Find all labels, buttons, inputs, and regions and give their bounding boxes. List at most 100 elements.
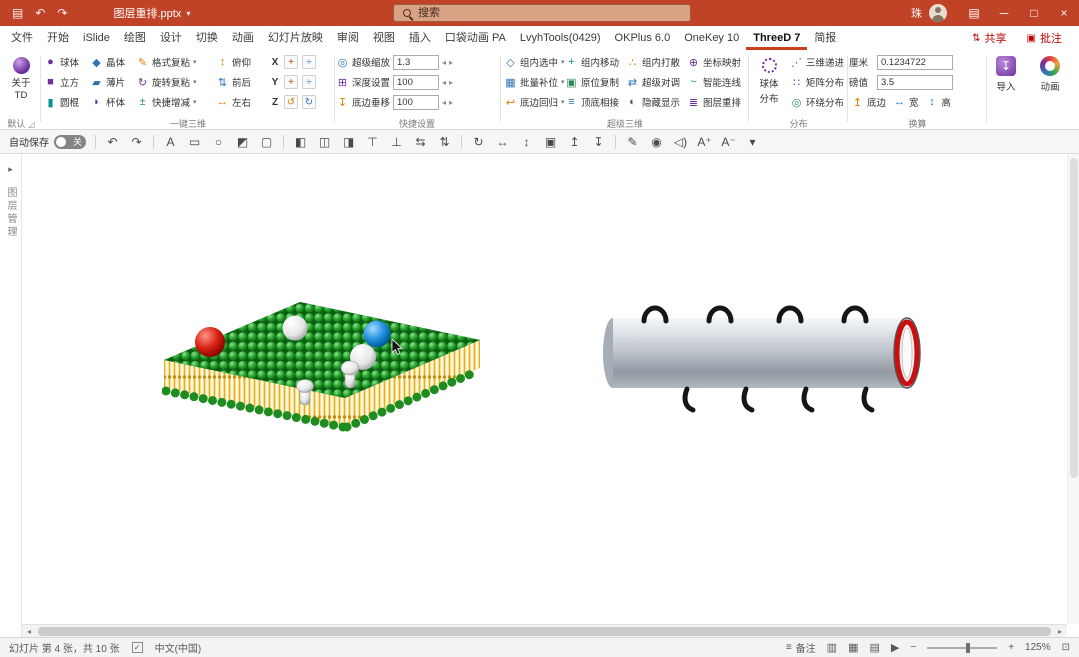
bring-forward-icon[interactable]: ↥ — [567, 135, 582, 149]
pitch-button[interactable]: ↕ 俯仰 — [214, 52, 270, 72]
axis-z-rotate-right-button[interactable]: ↻ — [302, 95, 316, 109]
eyedropper-icon[interactable]: ✎ — [625, 135, 640, 149]
super-zoom-spinner[interactable]: ◂ ▸ — [442, 58, 453, 67]
group-move-button[interactable]: + 组内移动 — [563, 52, 624, 72]
tab-animations[interactable]: 动画 — [225, 26, 261, 50]
notes-button[interactable]: ≡ 备注 — [786, 640, 816, 655]
user-avatar[interactable] — [929, 4, 947, 22]
fill-color-icon[interactable]: ◩ — [235, 135, 250, 149]
document-title[interactable]: 图层重排.pptx ▾ — [113, 5, 190, 21]
send-backward-icon[interactable]: ↧ — [591, 135, 606, 149]
minimize-button[interactable]: ─ — [989, 0, 1019, 26]
matrix-distribute-button[interactable]: ∷ 矩阵分布 — [788, 72, 846, 92]
top-bottom-join-button[interactable]: ≡ 顶底相接 — [563, 92, 624, 112]
align-right-icon[interactable]: ◨ — [341, 135, 356, 149]
depth-setting-spinner[interactable]: ◂ ▸ — [442, 78, 453, 87]
smart-connect-button[interactable]: ~ 智能连线 — [685, 72, 746, 92]
batch-fill-button[interactable]: ▦ 批量补位 ▾ — [502, 72, 564, 92]
front-back-button[interactable]: ⇅ 前后 — [214, 72, 270, 92]
sphere-shape-button[interactable]: ● 球体 — [42, 52, 88, 72]
axis-x-plus-button[interactable]: + — [284, 55, 298, 69]
text-box-icon[interactable]: A — [163, 135, 178, 149]
shape-oval-icon[interactable]: ○ — [211, 135, 226, 149]
ring-distribute-button[interactable]: ◎ 环绕分布 — [788, 92, 846, 112]
zoom-out-button[interactable]: − — [910, 642, 916, 653]
panel-expand-arrow-icon[interactable]: ▸ — [8, 164, 13, 175]
cup-shape-button[interactable]: ◗ 杯体 — [88, 92, 134, 112]
copy-in-place-button[interactable]: ▣ 原位复制 — [563, 72, 624, 92]
group-scatter-button[interactable]: ∴ 组内打散 — [624, 52, 685, 72]
save-icon[interactable]: ▤ — [12, 6, 23, 20]
axis-y-divide-button[interactable]: ÷ — [302, 75, 316, 89]
fit-to-window-icon[interactable]: ⊡ — [1062, 642, 1070, 653]
axis-x-divide-button[interactable]: ÷ — [302, 55, 316, 69]
zoom-slider[interactable] — [927, 642, 998, 653]
tab-draw[interactable]: 绘图 — [117, 26, 153, 50]
autosave-toggle[interactable]: 关 — [54, 134, 86, 149]
side-panel-label[interactable]: 图层管理 — [3, 187, 18, 239]
horizontal-scrollbar-thumb[interactable] — [38, 626, 1051, 636]
tab-view[interactable]: 视图 — [366, 26, 402, 50]
comments-button[interactable]: ▣ 批注 — [1018, 30, 1071, 46]
height-button[interactable]: ↕ 高 — [924, 92, 954, 112]
redo-icon[interactable]: ↷ — [129, 135, 144, 149]
undo-icon[interactable]: ↶ — [105, 135, 120, 149]
group-icon[interactable]: ▣ — [543, 135, 558, 149]
slide-sorter-icon[interactable]: ▦ — [848, 641, 858, 654]
dropdown-caret-icon[interactable]: ▾ — [193, 58, 197, 66]
tab-okplus[interactable]: OKPlus 6.0 — [608, 26, 678, 50]
slide-canvas[interactable]: ◂ ▸ — [22, 154, 1079, 637]
tab-transitions[interactable]: 切换 — [189, 26, 225, 50]
tab-file[interactable]: 文件 — [4, 26, 40, 50]
axis-y-plus-button[interactable]: + — [284, 75, 298, 89]
search-box[interactable] — [393, 4, 691, 22]
tab-slideshow[interactable]: 幻灯片放映 — [261, 26, 330, 50]
tab-jianbao[interactable]: 简报 — [807, 26, 843, 50]
width-button[interactable]: ↔ 宽 — [891, 92, 921, 112]
undo-icon[interactable]: ↶ — [35, 6, 45, 20]
reading-view-icon[interactable]: ▤ — [869, 641, 879, 654]
three-d-shape-icon[interactable]: ◉ — [649, 135, 664, 149]
group-select-button[interactable]: ◇ 组内选中 ▾ — [502, 52, 564, 72]
bottom-shift-input[interactable] — [393, 94, 440, 110]
cylinder-3d-figure[interactable] — [597, 304, 932, 419]
font-decrease-icon[interactable]: A⁻ — [721, 135, 736, 149]
cube-shape-button[interactable]: ■ 立方 — [42, 72, 88, 92]
rod-shape-button[interactable]: ▮ 圆棍 — [42, 92, 88, 112]
tab-islide[interactable]: iSlide — [76, 26, 117, 50]
zoom-slider-thumb[interactable] — [965, 642, 970, 653]
bottom-return-button[interactable]: ↩ 底边回归 ▾ — [502, 92, 565, 112]
redo-icon[interactable]: ↷ — [57, 6, 67, 20]
bottom-shift-spinner[interactable]: ◂ ▸ — [442, 98, 453, 107]
about-td-button[interactable]: 关于 TD — [2, 52, 40, 101]
flip-vertical-icon[interactable]: ↕ — [519, 135, 534, 149]
dialog-launcher-icon[interactable]: ◿ — [28, 120, 34, 129]
tab-onekey[interactable]: OneKey 10 — [677, 26, 746, 50]
coordinate-map-button[interactable]: ⊕ 坐标映射 — [685, 52, 746, 72]
sphere-distribute-button[interactable]: 球体 分布 — [750, 52, 788, 114]
close-button[interactable]: × — [1049, 0, 1079, 26]
tab-review[interactable]: 审阅 — [330, 26, 366, 50]
more-tools-chevron-icon[interactable]: ▾ — [745, 135, 760, 149]
tab-threed-7[interactable]: ThreeD 7 — [746, 26, 807, 50]
super-zoom-input[interactable] — [393, 54, 440, 70]
three-d-progression-button[interactable]: ⋰ 三维递进 — [788, 52, 846, 72]
bottom-edge-button[interactable]: ↥ 底边 — [849, 92, 888, 112]
super-swap-button[interactable]: ⇄ 超级对调 — [624, 72, 685, 92]
rotate-paste-button[interactable]: ↻ 旋转复粘 ▾ — [134, 72, 214, 92]
audio-icon[interactable]: ◁) — [673, 135, 688, 149]
dropdown-caret-icon[interactable]: ▾ — [193, 78, 197, 86]
tab-insert[interactable]: 插入 — [402, 26, 438, 50]
vertical-scrollbar-thumb[interactable] — [1070, 158, 1078, 478]
layer-reorder-button[interactable]: ≣ 图层重排 — [685, 92, 746, 112]
zoom-in-button[interactable]: + — [1008, 642, 1014, 653]
title-dropdown-caret-icon[interactable]: ▾ — [186, 9, 190, 18]
font-increase-icon[interactable]: A⁺ — [697, 135, 712, 149]
dropdown-caret-icon[interactable]: ▾ — [193, 98, 197, 106]
animation-button[interactable]: 动画 — [1032, 56, 1068, 114]
distribute-vertical-icon[interactable]: ⇅ — [437, 135, 452, 149]
import-button[interactable]: ↧ 导入 — [988, 56, 1024, 114]
centimeter-input[interactable] — [877, 54, 953, 70]
spell-check-icon[interactable]: ✓ — [131, 642, 143, 653]
quick-adjust-button[interactable]: ± 快捷增减 ▾ — [134, 92, 214, 112]
